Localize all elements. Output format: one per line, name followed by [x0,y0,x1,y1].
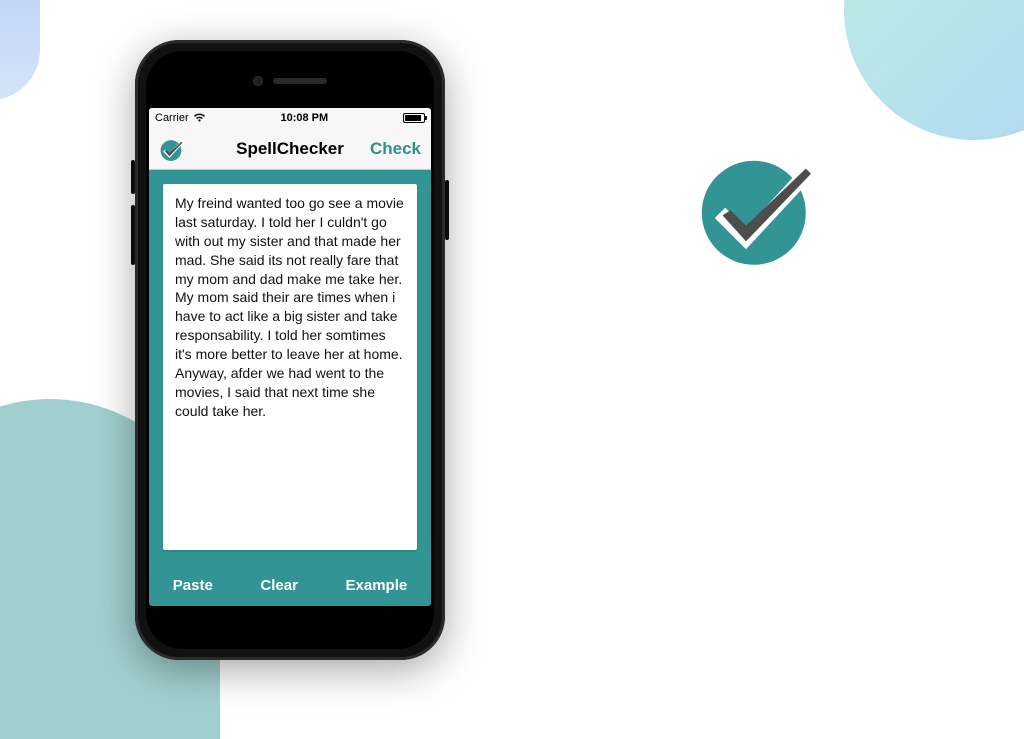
bottom-toolbar: Paste Clear Example [149,564,431,606]
paste-button[interactable]: Paste [173,577,213,594]
phone-screen: Carrier 10:08 PM [149,108,431,606]
battery-icon [403,113,425,123]
nav-bar: SpellChecker Check [149,128,431,170]
checkmark-circle-icon [694,140,824,270]
bg-blob-top-right [844,0,1024,140]
checkmark-circle-icon [159,136,185,162]
content-area: My freind wanted too go see a movie last… [149,170,431,564]
clock-label: 10:08 PM [280,112,328,124]
carrier-label: Carrier [155,112,189,124]
text-input[interactable]: My freind wanted too go see a movie last… [163,184,417,550]
app-logo-small [159,136,215,162]
app-logo-large [694,140,824,270]
phone-earpiece [149,54,431,108]
page-title: SpellChecker [215,139,365,159]
example-button[interactable]: Example [346,577,408,594]
bg-blob-top-left [0,0,40,100]
wifi-icon [193,113,206,123]
phone-device-frame: Carrier 10:08 PM [135,40,445,660]
clear-button[interactable]: Clear [260,577,298,594]
check-button[interactable]: Check [365,139,421,159]
status-bar: Carrier 10:08 PM [149,108,431,128]
